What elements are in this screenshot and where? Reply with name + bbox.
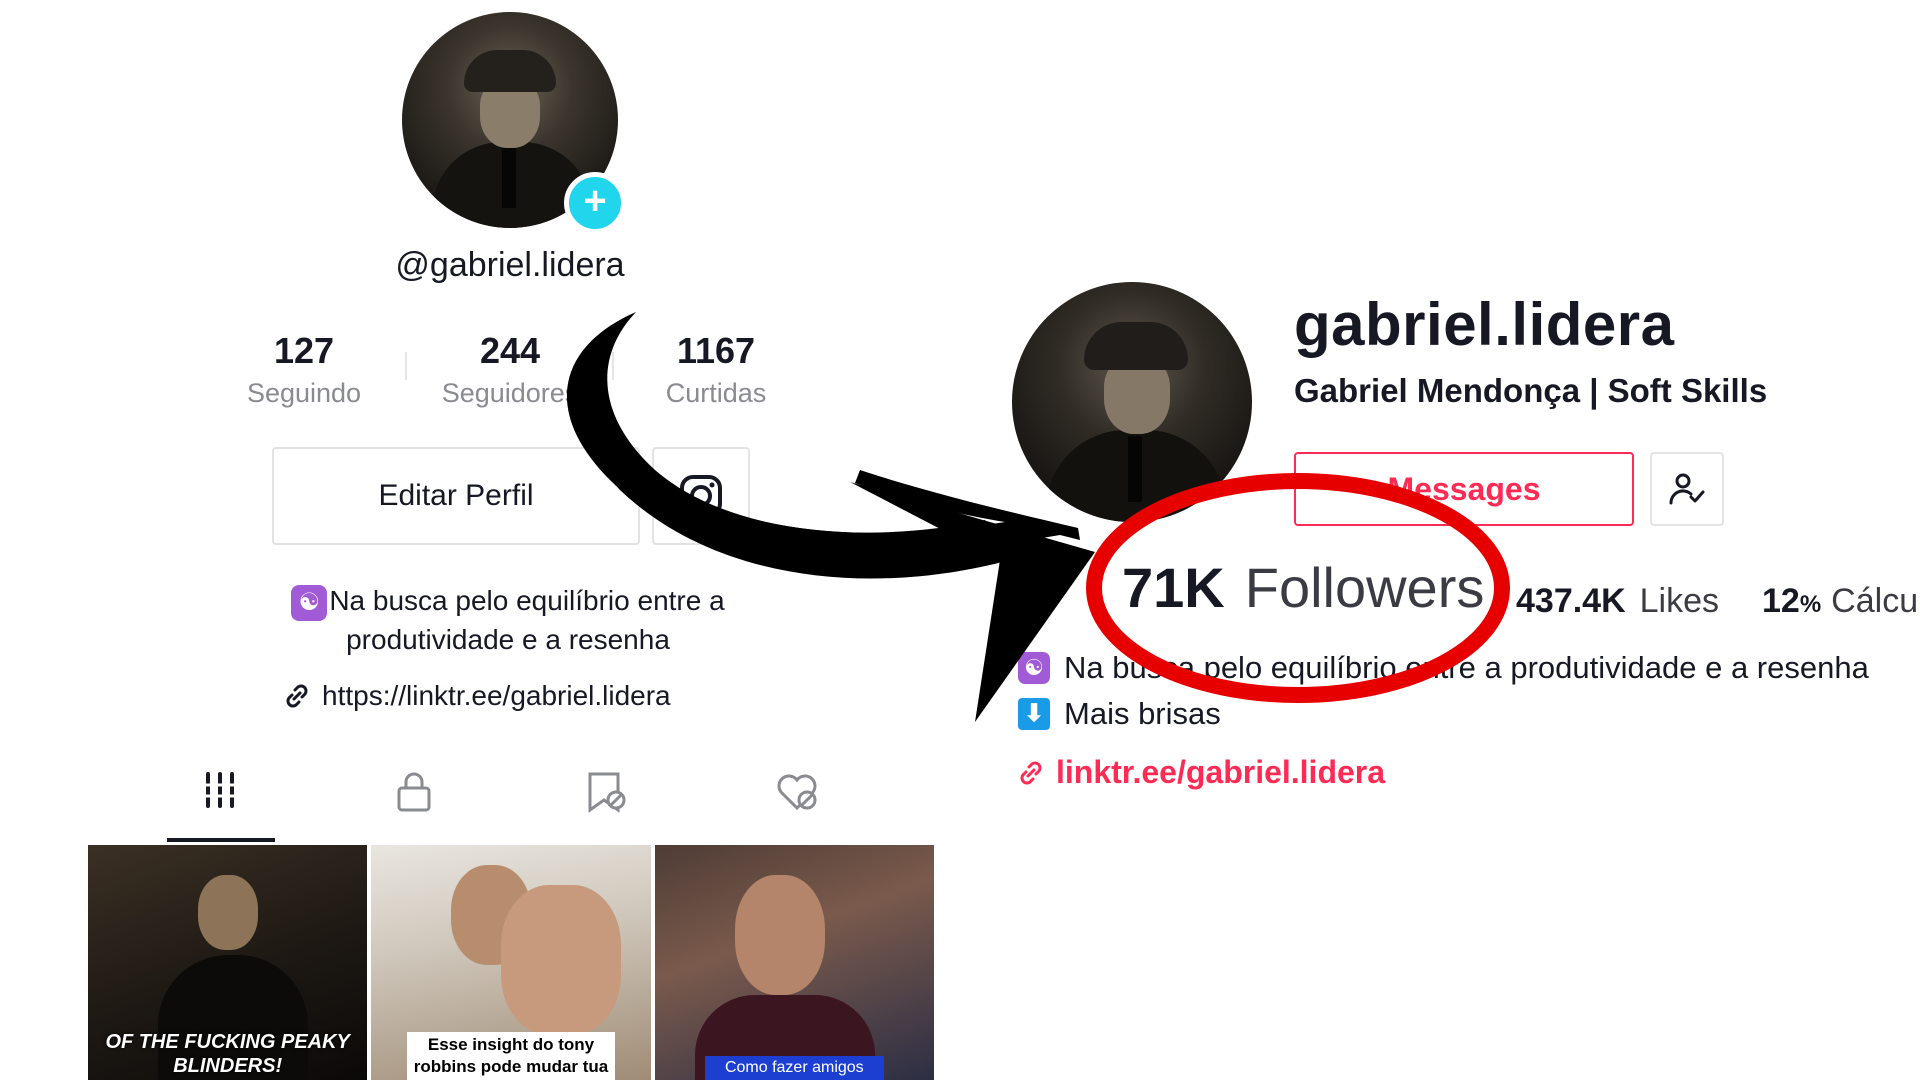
video-thumbnail[interactable]: Esse insight do tony robbins pode mudar …: [371, 845, 651, 1080]
plus-icon[interactable]: +: [564, 172, 626, 234]
instagram-icon[interactable]: [652, 447, 750, 545]
stat-following[interactable]: 127 Seguindo: [224, 330, 384, 409]
comparison-canvas: + @gabriel.lidera 127 Seguindo 244 Segui…: [0, 0, 1920, 1080]
mobile-profile-link[interactable]: https://linktr.ee/gabriel.lidera: [282, 680, 762, 712]
video-grid: OF THE FUCKING PEAKY BLINDERS! Esse insi…: [88, 845, 934, 1080]
calc-stat: 12% Cálculo: [1762, 582, 1920, 621]
videos-grid-icon[interactable]: [160, 770, 280, 845]
likes-label: Likes: [1639, 582, 1720, 620]
link-icon: [1020, 761, 1042, 784]
stat-likes[interactable]: 1167 Curtidas: [636, 330, 796, 409]
stat-value: 244: [479, 330, 541, 371]
yin-yang-icon: ☯: [1018, 652, 1050, 684]
edit-profile-button[interactable]: Editar Perfil: [272, 447, 640, 545]
web-avatar[interactable]: [1012, 282, 1252, 522]
likes-value: 437.4K: [1516, 582, 1626, 620]
stat-label: Seguindo: [246, 378, 362, 408]
video-thumbnail[interactable]: Como fazer amigos: [654, 845, 934, 1080]
stat-divider: [612, 352, 614, 380]
followers-label: Followers: [1244, 556, 1485, 619]
stat-value: 1167: [676, 330, 756, 371]
liked-icon[interactable]: [738, 770, 858, 845]
profile-link-text[interactable]: https://linktr.ee/gabriel.lidera: [322, 680, 671, 712]
bio-text: Mais brisas: [1064, 696, 1221, 731]
calc-value: 12: [1762, 582, 1800, 620]
stat-followers[interactable]: 244 Seguidores: [430, 330, 590, 409]
web-profile-title: gabriel.lidera: [1294, 291, 1675, 358]
stat-label: Curtidas: [665, 378, 767, 408]
yin-yang-icon: ☯: [291, 584, 328, 621]
profile-link-text[interactable]: linktr.ee/gabriel.lidera: [1056, 754, 1385, 791]
calc-unit: %: [1799, 591, 1822, 618]
down-arrow-icon: ⬇: [1018, 698, 1050, 730]
bio-line-1: Na busca pelo equilíbrio entre a: [329, 585, 725, 616]
video-thumbnail[interactable]: OF THE FUCKING PEAKY BLINDERS!: [88, 845, 368, 1080]
user-check-icon[interactable]: [1650, 452, 1724, 526]
stat-label: Seguidores: [441, 378, 579, 408]
likes-count: 437.4K Likes: [1516, 582, 1719, 621]
lock-icon[interactable]: [354, 770, 474, 845]
profile-tabs: [88, 770, 934, 845]
stat-divider: [405, 352, 407, 380]
messages-button[interactable]: Messages: [1294, 452, 1634, 526]
stat-value: 127: [273, 330, 335, 371]
web-bio-line-1: ☯ Na busca pelo equilíbrio entre a produ…: [1018, 650, 1869, 686]
bio-text: Na busca pelo equilíbrio entre a produti…: [1064, 650, 1869, 685]
saved-icon[interactable]: [546, 770, 666, 845]
followers-count[interactable]: 71K Followers: [1122, 555, 1484, 620]
web-bio-line-2: ⬇ Mais brisas: [1018, 696, 1221, 732]
thumbnail-caption: OF THE FUCKING PEAKY BLINDERS!: [105, 1031, 350, 1077]
mobile-username: @gabriel.lidera: [395, 246, 625, 284]
web-profile-subtitle: Gabriel Mendonça | Soft Skills: [1294, 372, 1768, 409]
followers-value: 71K: [1122, 556, 1225, 619]
web-profile-link[interactable]: linktr.ee/gabriel.lidera: [1016, 754, 1385, 791]
calc-label: Cálculo: [1831, 582, 1920, 620]
thumbnail-caption: Esse insight do tony robbins pode mudar …: [407, 1032, 615, 1080]
active-tab-indicator: [167, 838, 275, 842]
link-icon: [286, 684, 308, 708]
thumbnail-caption: Como fazer amigos: [704, 1056, 884, 1080]
mobile-bio: ☯ Na busca pelo equilíbrio entre a produt…: [268, 582, 748, 659]
bio-line-2: produtividade e a resenha: [346, 623, 670, 655]
